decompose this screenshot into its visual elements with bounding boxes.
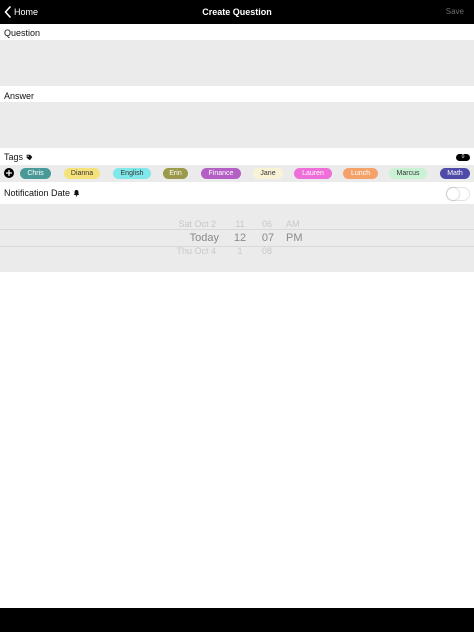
chevron-left-icon [4, 6, 11, 18]
picker-hour-prev[interactable]: 11 [230, 219, 250, 229]
tag-chip-lauren[interactable]: Lauren [294, 168, 332, 179]
tag-chip-chris[interactable]: Chris [20, 168, 51, 179]
picker-hour-selected[interactable]: 12 [230, 232, 250, 244]
picker-hour-next[interactable]: 1 [230, 246, 250, 256]
create-question-screen: Home Create Question Save Question Answe… [0, 0, 474, 632]
tag-chip-lunch[interactable]: Lunch [343, 168, 378, 179]
add-tag-button[interactable] [4, 168, 14, 178]
tag-chip-dianna[interactable]: Dianna [64, 168, 100, 179]
bottom-toolbar [0, 608, 474, 632]
picker-day-prev[interactable]: Sat Oct 2 [150, 219, 216, 229]
plus-circle-icon [5, 169, 13, 177]
navigation-bar: Home Create Question Save [0, 0, 474, 24]
picker-day-selected[interactable]: Today [150, 232, 219, 244]
tag-chip-math[interactable]: Math [440, 168, 470, 179]
tags-header: Tags [4, 152, 33, 162]
tag-chip-jane[interactable]: Jane [253, 168, 283, 179]
date-time-picker[interactable]: Sat Oct 2 Today Thu Oct 4 11 12 1 06 07 … [0, 204, 474, 272]
tag-chip-erin[interactable]: Erin [163, 168, 188, 179]
back-button-label: Home [14, 7, 39, 17]
picker-minute-prev[interactable]: 06 [257, 219, 277, 229]
picker-period-pm[interactable]: PM [286, 232, 303, 244]
page-title: Create Question [202, 7, 272, 17]
tag-chip-english[interactable]: English [113, 168, 151, 179]
tag-chip-marcus[interactable]: Marcus [389, 168, 427, 179]
back-button[interactable]: Home [4, 0, 38, 24]
notification-toggle[interactable] [446, 187, 470, 201]
tags-label: Tags [4, 152, 24, 162]
picker-minute-next[interactable]: 08 [257, 246, 277, 256]
tags-scroll-row[interactable]: Chris Dianna English Erin Finance Jane Lauren L… [0, 165, 474, 182]
toggle-knob [447, 188, 459, 200]
notification-header: Notification Date [4, 188, 80, 198]
answer-input[interactable] [0, 102, 474, 148]
question-input[interactable] [0, 40, 474, 86]
tag-icon [26, 154, 33, 160]
picker-selection-top-line [0, 229, 474, 230]
answer-label: Answer [4, 91, 35, 101]
bell-icon [73, 189, 80, 197]
picker-day-next[interactable]: Thu Oct 4 [150, 246, 216, 256]
tag-chip-finance[interactable]: Finance [201, 168, 241, 179]
question-label: Question [4, 28, 41, 38]
save-button[interactable]: Save [446, 0, 464, 24]
notification-date-label: Notification Date [4, 188, 71, 198]
tag-count-badge: 0 [456, 154, 470, 161]
picker-minute-selected[interactable]: 07 [257, 232, 279, 244]
picker-period-am[interactable]: AM [286, 219, 300, 229]
